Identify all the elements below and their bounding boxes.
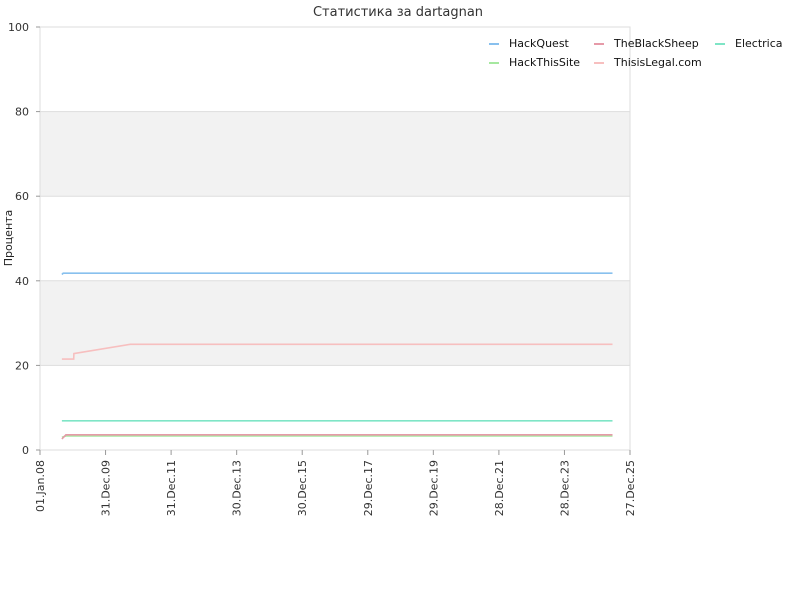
legend-label: HackThisSite: [509, 56, 580, 69]
x-tick-label: 28.Dec.23: [558, 460, 571, 516]
y-tick-label: 80: [15, 106, 29, 119]
grid-band: [40, 365, 630, 450]
grid-band: [40, 196, 630, 281]
plot-bands: [40, 27, 630, 450]
y-tick-label: 100: [8, 21, 29, 34]
y-tick-label: 40: [15, 275, 29, 288]
x-tick-label: 30.Dec.13: [231, 460, 244, 516]
y-tick-label: 60: [15, 190, 29, 203]
y-tick-label: 20: [15, 359, 29, 372]
y-tick-label: 0: [22, 444, 29, 457]
x-tick-label: 27.Dec.25: [624, 460, 637, 516]
legend-label: ThisisLegal.com: [613, 56, 702, 69]
x-tick-label: 31.Dec.09: [100, 460, 113, 516]
x-tick-label: 30.Dec.15: [296, 460, 309, 516]
legend-label: HackQuest: [509, 37, 570, 50]
y-axis-title: Процента: [2, 210, 15, 267]
x-tick-label: 01.Jan.08: [34, 460, 47, 512]
legend-label: Electrica: [735, 37, 783, 50]
chart-title: Статистика за dartagnan: [313, 5, 483, 20]
grid-band: [40, 111, 630, 197]
x-tick-label: 31.Dec.11: [165, 460, 178, 516]
grid-band: [40, 280, 630, 366]
x-tick-label: 28.Dec.21: [493, 460, 506, 516]
chart: Статистика за dartagnan Процента 0 20 40 60…: [0, 0, 800, 600]
x-tick-label: 29.Dec.17: [362, 460, 375, 516]
x-tick-label: 29.Dec.19: [427, 460, 440, 516]
legend-label: TheBlackSheep: [613, 37, 699, 50]
